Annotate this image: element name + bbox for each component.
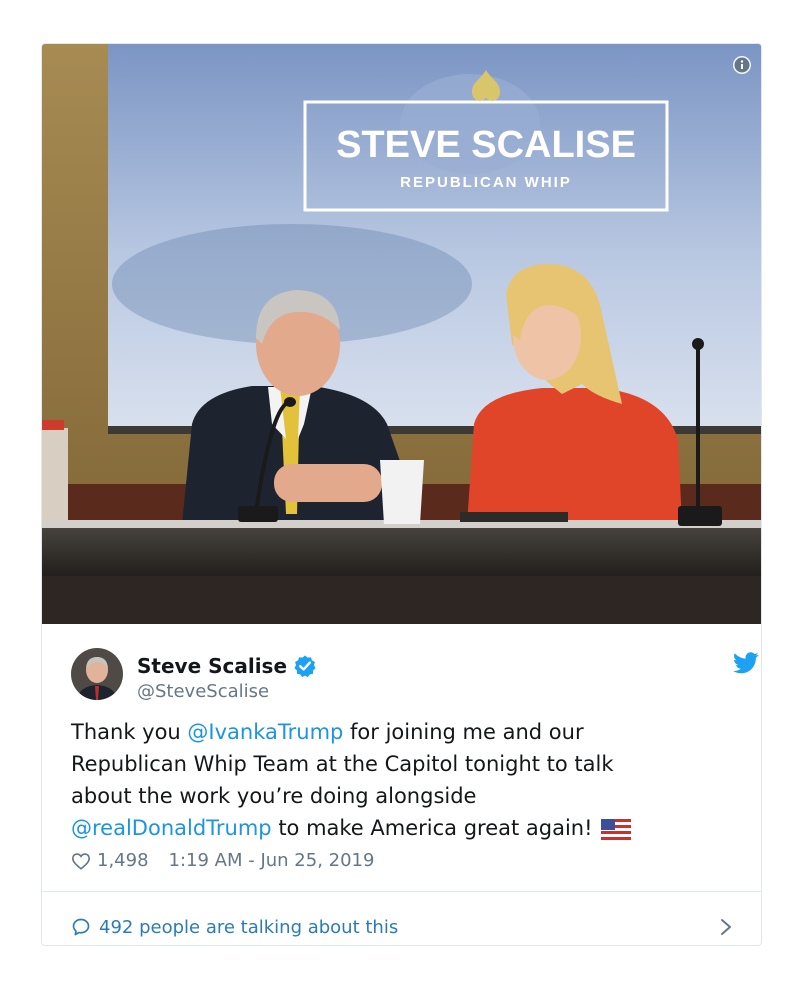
info-icon[interactable] (733, 56, 751, 74)
chevron-right-icon[interactable] (719, 917, 733, 937)
text-segment: to make America great again! (271, 816, 593, 840)
text-segment: for joining me and our (343, 720, 584, 744)
twitter-bird-icon[interactable] (733, 652, 759, 674)
tweet-text-line: @realDonaldTrump to make America great a… (71, 812, 731, 844)
heart-icon[interactable] (71, 852, 91, 870)
avatar[interactable] (71, 648, 123, 700)
verified-badge-icon (294, 655, 316, 678)
tweet-meta: 1,498 1:19 AM - Jun 25, 2019 (71, 850, 374, 871)
author-name[interactable]: Steve Scalise (137, 654, 287, 678)
mention-link[interactable]: @IvankaTrump (187, 720, 343, 744)
tweet-text-line: about the work you’re doing alongside (71, 784, 477, 808)
conversation-link[interactable]: 492 people are talking about this (71, 907, 733, 945)
like-count[interactable]: 1,498 (97, 850, 149, 871)
speech-bubble-icon (72, 918, 90, 936)
mention-link[interactable]: @realDonaldTrump (71, 816, 272, 840)
tweet-header: Steve Scalise @SteveScalise (71, 648, 759, 702)
banner-title: STEVE SCALISE (336, 124, 636, 166)
text-segment: Thank you (71, 720, 188, 744)
timestamp[interactable]: 1:19 AM - Jun 25, 2019 (169, 850, 375, 871)
talking-count-label[interactable]: 492 people are talking about this (99, 917, 398, 938)
author-handle[interactable]: @SteveScalise (137, 681, 269, 702)
us-flag-emoji (600, 818, 631, 840)
tweet-text-line: Republican Whip Team at the Capitol toni… (71, 752, 614, 776)
divider (42, 891, 761, 892)
tweet-text: Thank you @IvankaTrump for joining me an… (71, 716, 731, 844)
banner-subtitle: REPUBLICAN WHIP (400, 174, 572, 191)
tweet-embed-card[interactable]: STEVE SCALISE REPUBLICAN WHIP Steve Scal… (41, 43, 762, 946)
tweet-photo[interactable]: STEVE SCALISE REPUBLICAN WHIP (42, 44, 761, 624)
tweet-text-line: Thank you @IvankaTrump for joining me an… (71, 716, 731, 748)
